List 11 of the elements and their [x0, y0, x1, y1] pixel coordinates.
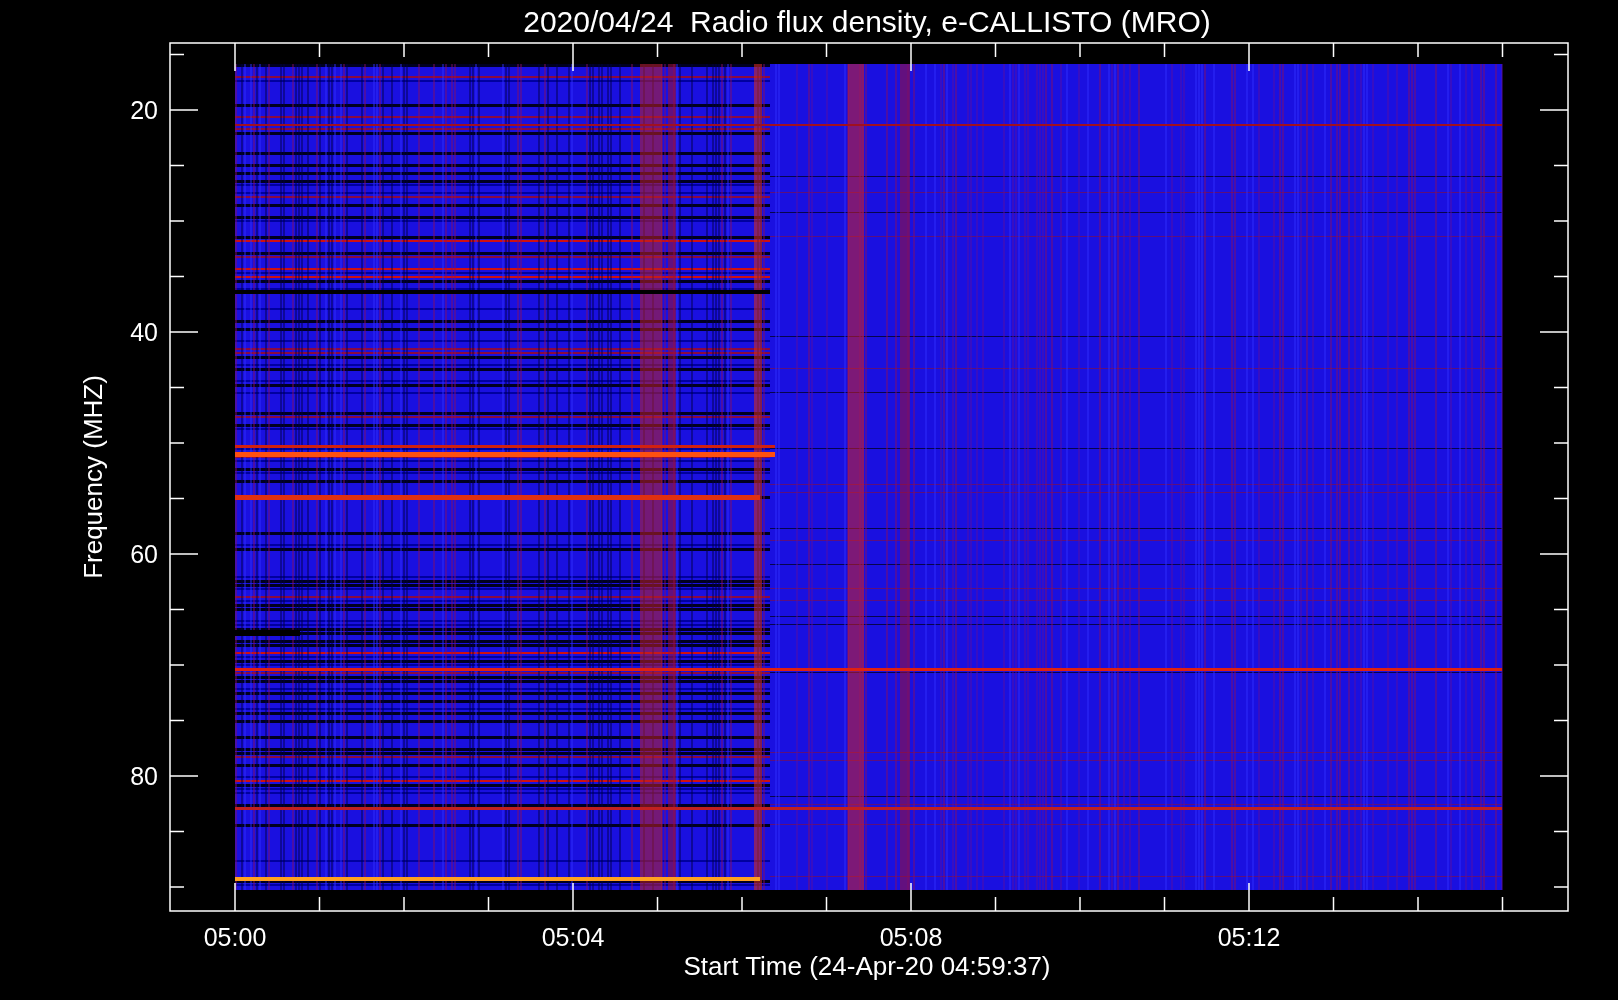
chart-title: 2020/04/24 Radio flux density, e-CALLISTO (MRO): [523, 5, 1211, 38]
axis-label: Start Time (24-Apr-20 04:59:37): [683, 951, 1051, 981]
tick-label: 05:04: [541, 923, 605, 951]
tick-label: 05:00: [203, 923, 267, 951]
tick-label: 80: [130, 762, 158, 790]
tick-label: 05:08: [879, 923, 943, 951]
tick-label: 60: [130, 540, 158, 568]
tick-label: 05:12: [1217, 923, 1281, 951]
tick-label: 20: [130, 96, 158, 124]
axis-label: Frequency (MHZ): [78, 375, 108, 579]
tick-label: 40: [130, 318, 158, 346]
